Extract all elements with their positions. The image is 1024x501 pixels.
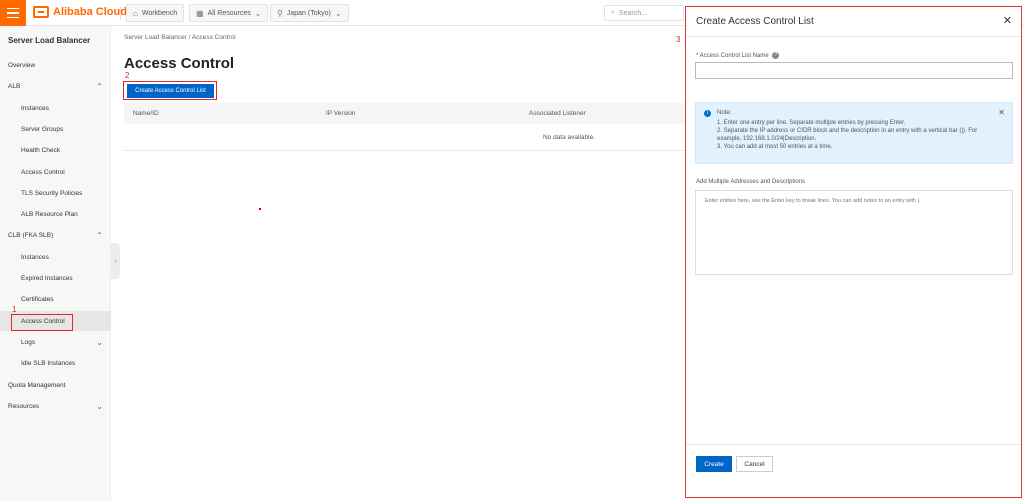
chevron-left-icon: ‹ bbox=[114, 257, 117, 265]
collapse-sidebar-handle[interactable]: ‹ bbox=[111, 243, 120, 279]
sidebar-item-instances[interactable]: Instances bbox=[0, 98, 111, 118]
empty-table-row: No data available. bbox=[124, 124, 685, 151]
divider bbox=[686, 36, 1021, 37]
chevron-down-icon: ⌄ bbox=[96, 401, 103, 411]
create-button[interactable]: Create bbox=[696, 456, 732, 472]
workbench-label: Workbench bbox=[141, 9, 178, 17]
column-ip-version: IP Version bbox=[326, 110, 356, 117]
note-alert: i Note: 1. Enter one entry per line. Sep… bbox=[695, 102, 1013, 164]
annotation-number-1: 1 bbox=[12, 305, 17, 314]
sidebar-item-idle-slb-instances[interactable]: Idle SLB Instances bbox=[0, 353, 111, 373]
divider bbox=[686, 444, 1021, 445]
note-line: 1. Enter one entry per line. Separate mu… bbox=[717, 120, 906, 126]
acl-name-label-text: * Access Control List Name bbox=[696, 53, 769, 60]
sidebar-item-label: Expired Instances bbox=[21, 274, 73, 282]
page-title: Access Control bbox=[124, 55, 235, 72]
sidebar-item-label: Idle SLB Instances bbox=[21, 359, 76, 367]
chevron-down-icon: ⌄ bbox=[254, 8, 262, 18]
sidebar-item-label: Server Groups bbox=[21, 125, 64, 133]
region-dropdown[interactable]: ⚲ Japan (Tokyo) ⌄ bbox=[270, 4, 349, 22]
sidebar-item-label: Overview bbox=[8, 61, 36, 69]
sidebar-item-overview[interactable]: Overview bbox=[0, 55, 111, 75]
sidebar-item-label: Resources bbox=[8, 402, 40, 410]
cancel-button[interactable]: Cancel bbox=[736, 456, 773, 472]
note-line: 3. You can add at most 50 entries at a t… bbox=[717, 144, 833, 150]
close-icon[interactable]: ✕ bbox=[1003, 14, 1012, 27]
chevron-down-icon: ⌄ bbox=[96, 337, 103, 347]
sidebar-item-label: CLB (FKA SLB) bbox=[8, 231, 54, 239]
sidebar-item-expired-instances[interactable]: Expired Instances bbox=[0, 268, 111, 288]
sidebar-item-label: Quota Management bbox=[8, 381, 66, 389]
alibaba-logo-mark-icon bbox=[33, 6, 49, 18]
all-resources-dropdown[interactable]: ▦ All Resources ⌄ bbox=[189, 4, 269, 22]
region-label: Japan (Tokyo) bbox=[286, 9, 331, 17]
column-name-id: Name/ID bbox=[133, 110, 159, 117]
sidebar-item-label: Logs bbox=[21, 338, 36, 346]
menu-icon[interactable] bbox=[0, 0, 26, 26]
chevron-down-icon: ⌄ bbox=[334, 8, 342, 18]
multiple-addresses-label: Add Multiple Addresses and Descriptions bbox=[696, 179, 806, 185]
sidebar-item-access-control[interactable]: Access Control bbox=[0, 162, 111, 182]
all-resources-label: All Resources bbox=[207, 9, 251, 17]
panel-title: Create Access Control List bbox=[696, 16, 814, 27]
sidebar-item-server-groups[interactable]: Server Groups bbox=[0, 119, 111, 139]
sidebar-title: Server Load Balancer bbox=[8, 36, 91, 45]
brand-name: Alibaba Cloud bbox=[53, 6, 127, 18]
annotation-box-1 bbox=[11, 314, 73, 331]
alibaba-cloud-logo[interactable]: Alibaba Cloud bbox=[33, 6, 127, 18]
sidebar-item-health-check[interactable]: Health Check bbox=[0, 140, 111, 160]
annotation-number-2: 2 bbox=[125, 71, 130, 80]
sidebar-item-label: Health Check bbox=[21, 146, 61, 154]
info-icon: i bbox=[704, 110, 711, 117]
sidebar-item-label: Instances bbox=[21, 104, 49, 112]
sidebar-item-instances[interactable]: Instances bbox=[0, 247, 111, 267]
multiple-addresses-textarea[interactable] bbox=[695, 190, 1013, 275]
cursor-marker bbox=[259, 208, 261, 210]
chevron-up-icon: ⌃ bbox=[96, 230, 103, 240]
no-data-text: No data available. bbox=[542, 133, 595, 141]
sidebar-item-certificates[interactable]: Certificates bbox=[0, 289, 111, 309]
sidebar: Server Load Balancer Overview ALB ⌃ Instanc… bbox=[0, 26, 111, 501]
sidebar-item-quota-management[interactable]: Quota Management bbox=[0, 375, 111, 395]
note-line: example, 192.168.1.0/24|Description. bbox=[717, 136, 817, 142]
breadcrumb: Server Load Balancer / Access Control bbox=[124, 34, 236, 41]
sidebar-item-clb-fka-slb[interactable]: CLB (FKA SLB) ⌃ bbox=[0, 225, 111, 245]
search-input[interactable]: ⌕ Search... bbox=[604, 5, 684, 21]
acl-name-label: * Access Control List Name ? bbox=[696, 52, 780, 60]
sidebar-item-logs[interactable]: Logs ⌄ bbox=[0, 332, 111, 352]
table-header: Name/ID IP Version Associated Listener bbox=[124, 103, 685, 124]
sidebar-item-label: Access Control bbox=[21, 168, 65, 176]
acl-name-input[interactable] bbox=[695, 62, 1013, 79]
workbench-button[interactable]: ⌂ Workbench bbox=[126, 4, 185, 22]
sidebar-item-label: ALB bbox=[8, 82, 21, 90]
annotation-box-2 bbox=[123, 81, 217, 100]
column-associated-listener: Associated Listener bbox=[529, 110, 586, 117]
sidebar-item-tls-security-policies[interactable]: TLS Security Policies bbox=[0, 183, 111, 203]
help-icon[interactable]: ? bbox=[772, 52, 780, 59]
divider bbox=[120, 6, 121, 20]
home-icon: ⌂ bbox=[133, 8, 138, 18]
sidebar-item-label: Instances bbox=[21, 253, 49, 261]
location-icon: ⚲ bbox=[277, 8, 283, 18]
search-placeholder: Search... bbox=[618, 9, 647, 17]
create-acl-panel: Create Access Control List ✕ * Access Co… bbox=[685, 6, 1022, 498]
sidebar-item-alb-resource-plan[interactable]: ALB Resource Plan bbox=[0, 204, 111, 224]
sidebar-item-label: Certificates bbox=[21, 295, 54, 303]
chevron-up-icon: ⌃ bbox=[96, 81, 103, 91]
close-note-icon[interactable]: ✕ bbox=[998, 108, 1005, 117]
annotation-number-3: 3 bbox=[676, 35, 681, 44]
sidebar-item-resources[interactable]: Resources ⌄ bbox=[0, 396, 111, 416]
grid-icon: ▦ bbox=[196, 8, 204, 18]
note-line: 2. Separate the IP address or CIDR block… bbox=[717, 128, 978, 134]
sidebar-item-label: TLS Security Policies bbox=[21, 189, 83, 197]
sidebar-item-alb[interactable]: ALB ⌃ bbox=[0, 76, 111, 96]
note-title: Note: bbox=[717, 110, 732, 116]
sidebar-item-label: ALB Resource Plan bbox=[21, 210, 78, 218]
search-icon: ⌕ bbox=[611, 9, 615, 16]
